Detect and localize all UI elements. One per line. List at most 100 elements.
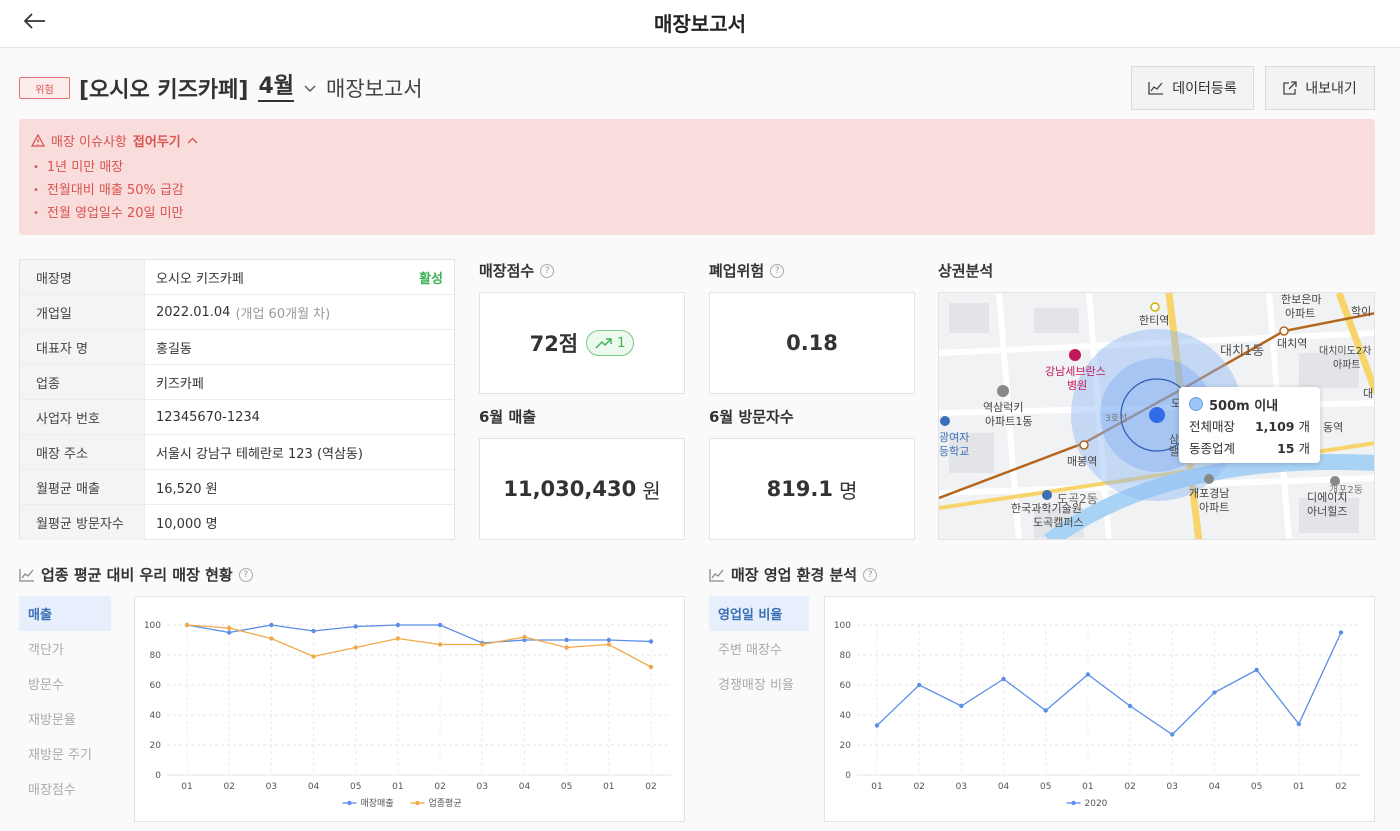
map-label: 대 (1363, 387, 1373, 400)
data-point[interactable] (1043, 708, 1048, 713)
tab-store-score[interactable]: 매장점수 (19, 771, 111, 806)
info-label: 월평균 방문자수 (20, 505, 145, 540)
data-point[interactable] (353, 624, 358, 629)
data-point[interactable] (353, 645, 358, 650)
data-point[interactable] (269, 636, 274, 641)
x-tick-label: 01 (871, 782, 882, 792)
school-icon[interactable] (940, 416, 950, 426)
tab-revisit-rate[interactable]: 재방문율 (19, 701, 111, 736)
x-tick-label: 01 (181, 782, 192, 792)
chevron-up-icon[interactable] (187, 137, 198, 144)
tab-sales[interactable]: 매출 (19, 596, 111, 631)
data-point[interactable] (1296, 721, 1302, 727)
help-icon[interactable]: ? (863, 567, 878, 582)
y-tick-label: 80 (840, 651, 852, 661)
data-point[interactable] (311, 628, 316, 634)
data-point[interactable] (1254, 667, 1259, 673)
chart-icon (709, 568, 724, 582)
data-point[interactable] (648, 664, 654, 670)
info-row: 대표자 명 홍길동 (20, 330, 454, 365)
data-point[interactable] (269, 622, 274, 628)
data-point[interactable] (395, 622, 401, 628)
data-point[interactable] (226, 625, 232, 631)
data-point[interactable] (480, 642, 485, 647)
y-tick-label: 40 (150, 711, 162, 721)
data-point[interactable] (437, 622, 443, 628)
data-point[interactable] (1085, 672, 1091, 677)
open-duration: (개업 60개월 차) (235, 306, 331, 322)
data-point[interactable] (437, 642, 443, 647)
tab-nearby-stores[interactable]: 주변 매장수 (709, 631, 809, 666)
data-point[interactable] (959, 703, 964, 709)
x-tick-label: 01 (603, 782, 614, 792)
data-point[interactable] (606, 637, 612, 643)
help-icon[interactable]: ? (238, 567, 253, 582)
export-button[interactable]: 내보내기 (1265, 66, 1375, 110)
data-point[interactable] (522, 634, 527, 640)
chevron-down-icon[interactable] (304, 85, 316, 93)
map-label: 개포경남 (1189, 487, 1229, 500)
help-icon[interactable]: ? (770, 263, 785, 278)
tab-competitor-ratio[interactable]: 경쟁매장 비율 (709, 666, 809, 701)
tab-unit-price[interactable]: 객단가 (19, 631, 111, 666)
x-tick-label: 01 (392, 782, 403, 792)
map-label: 아파트 (1285, 307, 1315, 320)
apartment-icon[interactable] (1330, 476, 1340, 486)
visitors-section-title: 6월 방문자수 (709, 406, 794, 427)
data-point[interactable] (1001, 676, 1006, 682)
comparison-chart: 0 20 40 60 80 100 01 02 03 04 05 01 02 03 04 05 01 02 매장매출… (134, 596, 685, 822)
data-point[interactable] (226, 630, 232, 635)
legend-label[interactable]: 업종평균 (429, 798, 462, 809)
data-point[interactable] (606, 642, 612, 647)
data-point[interactable] (311, 654, 316, 659)
tab-business-days[interactable]: 영업일 비율 (709, 596, 809, 631)
tab-revisit-cycle[interactable]: 재방문 주기 (19, 736, 111, 771)
university-icon[interactable] (1042, 490, 1052, 500)
data-point[interactable] (1127, 703, 1133, 709)
legend-marker (347, 800, 352, 806)
alert-item: 전월 영업일수 20일 미만 (33, 202, 1363, 225)
x-tick-label: 02 (434, 782, 445, 792)
tooltip-title: 500m 이내 (1209, 398, 1279, 414)
data-point[interactable] (1338, 630, 1344, 635)
data-point[interactable] (1212, 690, 1217, 695)
risk-badge: 위험 (19, 77, 70, 99)
data-point[interactable] (874, 723, 880, 728)
data-point[interactable] (395, 636, 401, 641)
map-label: 아너힐즈 (1307, 505, 1347, 518)
hospital-icon[interactable] (1069, 349, 1081, 361)
help-icon[interactable]: ? (540, 263, 555, 278)
map-label: 도곡캠퍼스 (1033, 516, 1084, 529)
x-tick-label: 05 (1040, 782, 1051, 792)
collapse-toggle[interactable]: 접어두기 (133, 131, 181, 150)
legend-label[interactable]: 2020 (1085, 799, 1108, 809)
open-date-value: 2022.01.04 (156, 304, 231, 320)
data-point[interactable] (184, 622, 190, 628)
station-marker[interactable] (1079, 440, 1089, 450)
station-marker[interactable] (1279, 326, 1289, 336)
trade-area-map[interactable]: 한보은마 아파트 학이 한티역 대치1동 대치역 대치미도2차 아파트 강남세브… (938, 292, 1375, 540)
apartment-icon[interactable] (997, 385, 1009, 397)
y-tick-label: 20 (840, 741, 852, 751)
export-label: 내보내기 (1305, 81, 1357, 97)
data-point[interactable] (648, 639, 654, 644)
info-label: 월평균 매출 (20, 470, 145, 504)
info-label: 업종 (20, 365, 145, 399)
closure-risk-card: 0.18 (709, 292, 915, 394)
data-point[interactable] (564, 645, 569, 650)
series-line (186, 624, 652, 668)
data-point[interactable] (1170, 732, 1175, 737)
apartment-icon[interactable] (1204, 474, 1214, 484)
legend-label[interactable]: 매장매출 (361, 798, 394, 809)
data-register-button[interactable]: 데이터등록 (1131, 66, 1254, 110)
environment-chart-svg: 0 20 40 60 80 100 01 02 03 04 05 01 02 03 04 05 01 02 2020 (834, 621, 1361, 809)
trend-value: 1 (617, 335, 626, 351)
station-marker[interactable] (1150, 302, 1160, 312)
tab-visits[interactable]: 방문수 (19, 666, 111, 701)
page-title: 매장보고서 (654, 12, 746, 36)
visitors-title: 6월 방문자수 (709, 408, 794, 426)
month-selector[interactable]: 4월 (258, 74, 295, 102)
tooltip-total-label: 전체매장 (1189, 418, 1236, 434)
data-point[interactable] (564, 637, 569, 643)
data-point[interactable] (916, 682, 922, 688)
